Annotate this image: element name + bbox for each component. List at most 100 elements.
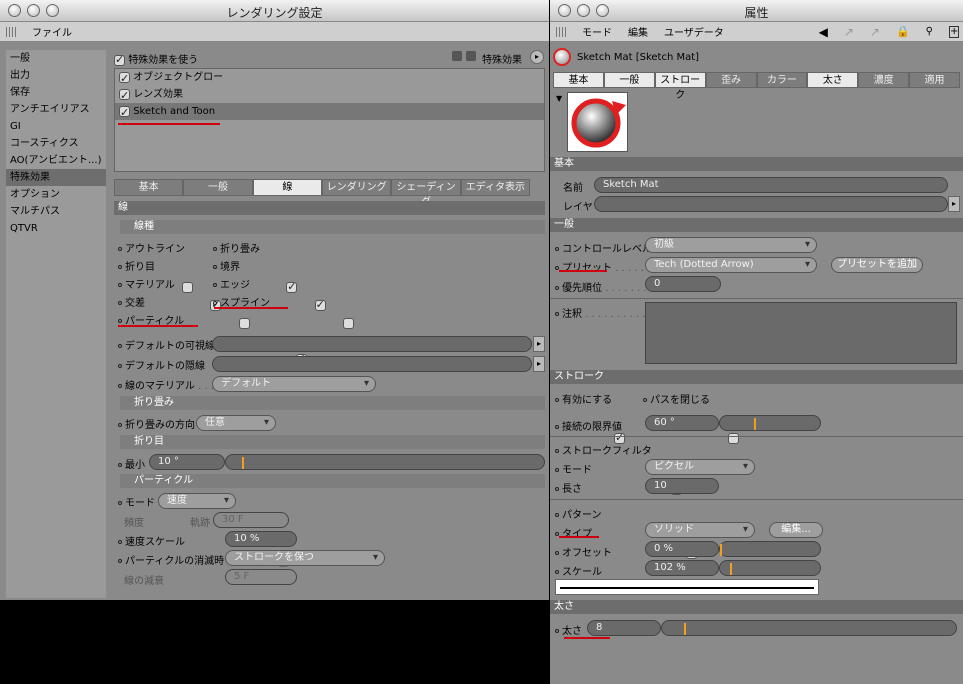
sidebar-item[interactable]: オプション: [6, 186, 106, 203]
scale-field[interactable]: 102 %: [645, 560, 719, 576]
list-item[interactable]: オブジェクトグロー: [115, 69, 544, 87]
sidebar-item[interactable]: コースティクス: [6, 135, 106, 152]
tab[interactable]: 太さ: [807, 72, 859, 88]
sidebar-item[interactable]: マルチパス: [6, 203, 106, 220]
menu-item[interactable]: ユーザデータ: [664, 24, 724, 39]
type-dropdown[interactable]: ソリッド: [645, 522, 755, 538]
checkbox[interactable]: [182, 282, 193, 293]
thickness-slider[interactable]: [661, 620, 957, 636]
default-visible-field[interactable]: [212, 336, 532, 352]
checkbox[interactable]: [119, 104, 130, 121]
window-title: 属性: [744, 6, 769, 20]
sidebar-item-selected[interactable]: 特殊効果: [6, 169, 106, 186]
tab[interactable]: 歪み: [705, 72, 757, 88]
forward-arrow-icon[interactable]: ↗: [870, 25, 880, 39]
arrow-icon[interactable]: ▸: [948, 196, 960, 212]
subsection-header[interactable]: パーティクル: [120, 474, 545, 488]
joint-limit-slider[interactable]: [719, 415, 821, 431]
control-level-dropdown[interactable]: 初級: [645, 237, 817, 253]
sidebar-item[interactable]: AO(アンビエント...): [6, 152, 106, 169]
new-window-icon[interactable]: +: [949, 25, 959, 38]
priority-field[interactable]: 0: [645, 276, 721, 292]
list-item-selected[interactable]: Sketch and Toon: [115, 103, 544, 121]
line-decay-field[interactable]: 5 F: [225, 569, 297, 585]
tab[interactable]: 濃度: [858, 72, 910, 88]
title-bar[interactable]: 属性: [550, 0, 963, 22]
tab[interactable]: 適用: [909, 72, 960, 88]
scale-slider[interactable]: [719, 560, 821, 576]
field-label: ストロークフィルタ: [562, 446, 652, 457]
sidebar-item[interactable]: GI: [6, 118, 106, 135]
sidebar-item[interactable]: 一般: [6, 50, 106, 67]
min-angle-field[interactable]: 10 °: [149, 454, 225, 470]
effects-button-label[interactable]: 特殊効果: [482, 51, 522, 66]
thickness-field[interactable]: 8: [587, 620, 661, 636]
tab[interactable]: カラー: [756, 72, 808, 88]
tab[interactable]: シェーディング: [391, 179, 461, 208]
tab[interactable]: レンダリング: [321, 179, 392, 196]
menu-item[interactable]: モード: [582, 24, 612, 39]
menu-file[interactable]: ファイル: [32, 24, 72, 39]
joint-limit-field[interactable]: 60 °: [645, 415, 719, 431]
mode-dropdown[interactable]: 速度: [158, 493, 236, 509]
collapse-icon[interactable]: ▼: [556, 94, 562, 103]
name-field[interactable]: Sketch Mat: [594, 177, 948, 193]
arrow-icon[interactable]: ▸: [533, 356, 545, 372]
default-hidden-field[interactable]: [212, 356, 532, 372]
tab[interactable]: 一般: [183, 179, 253, 196]
field-label: 優先順位: [562, 283, 602, 294]
checkbox[interactable]: [342, 318, 354, 329]
subsection-header[interactable]: 線種: [120, 220, 545, 234]
add-preset-button[interactable]: プリセットを追加: [831, 257, 923, 273]
checkbox[interactable]: [119, 70, 130, 87]
list-item-label: オブジェクトグロー: [133, 72, 224, 83]
list-item[interactable]: レンズ効果: [115, 86, 544, 104]
field-label: 長さ: [562, 484, 582, 495]
preset-dropdown[interactable]: Tech (Dotted Arrow): [645, 257, 817, 273]
sidebar-item[interactable]: アンチエイリアス: [6, 101, 106, 118]
tab[interactable]: 一般: [603, 72, 655, 88]
subsection-header[interactable]: 折り畳み: [120, 396, 545, 410]
subsection-header[interactable]: 折り目: [120, 435, 545, 449]
checkbox[interactable]: [286, 280, 298, 293]
checkbox[interactable]: [119, 87, 130, 104]
min-angle-slider[interactable]: [225, 454, 545, 470]
sidebar-item[interactable]: 出力: [6, 67, 106, 84]
arrow-icon[interactable]: ▸: [533, 336, 545, 352]
up-icon[interactable]: [452, 51, 462, 61]
down-icon[interactable]: [466, 51, 476, 61]
tab[interactable]: 基本: [553, 72, 604, 88]
dot-icon: [213, 247, 217, 251]
edit-button[interactable]: 編集...: [769, 522, 823, 538]
sidebar-item[interactable]: 保存: [6, 84, 106, 101]
mode-dropdown[interactable]: ピクセル: [645, 459, 755, 475]
length-field[interactable]: 10: [645, 478, 719, 494]
line-material-dropdown[interactable]: デフォルト: [212, 376, 376, 392]
layer-field[interactable]: [594, 196, 948, 212]
back-arrow-icon[interactable]: ◀: [819, 25, 828, 39]
menu-item[interactable]: 編集: [628, 24, 648, 39]
checkbox[interactable]: [238, 318, 250, 329]
node-icon[interactable]: ⚲: [926, 26, 933, 37]
tab[interactable]: ストローク: [654, 72, 706, 101]
close-path-checkbox[interactable]: [728, 433, 740, 444]
fold-direction-dropdown[interactable]: 任意: [196, 415, 276, 431]
particle-fade-dropdown[interactable]: ストロークを保つ: [225, 550, 385, 566]
title-bar[interactable]: レンダリング設定: [0, 0, 549, 22]
offset-slider[interactable]: [719, 541, 821, 557]
trail-field[interactable]: 30 F: [213, 512, 289, 528]
section-header: 基本: [550, 157, 963, 171]
up-arrow-icon[interactable]: ↗: [844, 25, 854, 39]
sidebar-item[interactable]: QTVR: [6, 220, 106, 237]
offset-field[interactable]: 0 %: [645, 541, 719, 557]
tab[interactable]: 基本: [114, 179, 184, 196]
effects-arrow-icon[interactable]: ▸: [530, 50, 544, 64]
tab-active[interactable]: 線: [252, 179, 322, 196]
tab[interactable]: エディタ表示: [460, 179, 530, 196]
use-effects-checkbox[interactable]: [114, 53, 125, 66]
dot-icon: [118, 364, 122, 368]
checkbox[interactable]: [314, 298, 326, 311]
note-textarea[interactable]: [645, 302, 957, 364]
speed-scale-field[interactable]: 10 %: [225, 531, 297, 547]
lock-icon[interactable]: 🔒: [896, 25, 910, 38]
